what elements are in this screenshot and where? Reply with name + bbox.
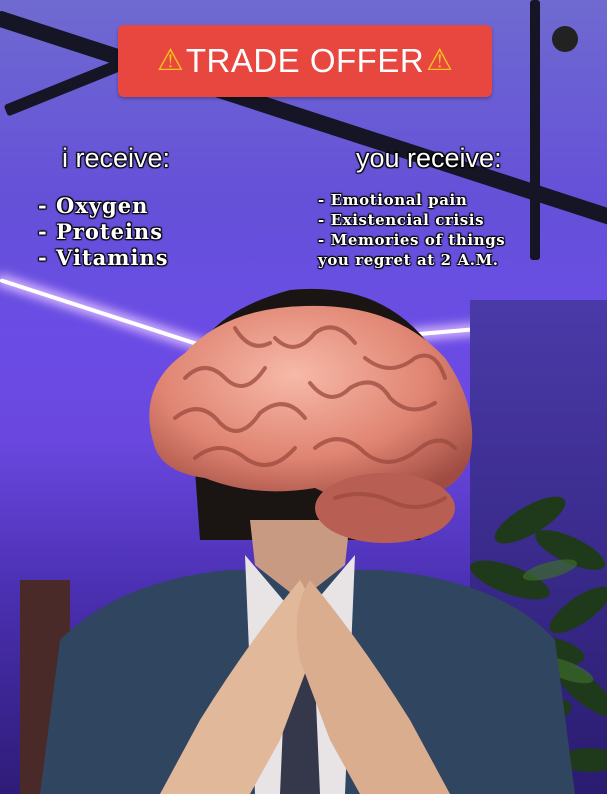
list-item: - Oxygen — [38, 193, 149, 218]
list-item: - Proteins — [38, 219, 164, 244]
you-receive-list: - Emotional pain - Existencial crisis - … — [318, 190, 505, 270]
ceiling-light-fixture — [552, 26, 578, 52]
you-receive-heading: you receive: — [356, 143, 502, 173]
trade-offer-banner: ⚠ TRADE OFFER ⚠ — [118, 25, 492, 97]
list-item: - Vitamins — [38, 245, 169, 270]
banner-title: TRADE OFFER — [185, 42, 425, 79]
warning-icon: ⚠ — [426, 43, 454, 78]
brain-icon — [149, 305, 473, 543]
i-receive-heading: i receive: — [62, 143, 171, 173]
i-receive-list: - Oxygen - Proteins - Vitamins — [38, 193, 169, 271]
list-item: you regret at 2 A.M. — [318, 251, 499, 269]
list-item: - Emotional pain — [318, 191, 468, 209]
ceiling-rail — [530, 0, 540, 260]
warning-icon: ⚠ — [156, 43, 184, 78]
list-item: - Existencial crisis — [318, 211, 485, 229]
meme-image: ⚠ TRADE OFFER ⚠ i receive: - Oxygen - Pr… — [0, 0, 607, 794]
list-item: - Memories of things — [318, 231, 506, 249]
